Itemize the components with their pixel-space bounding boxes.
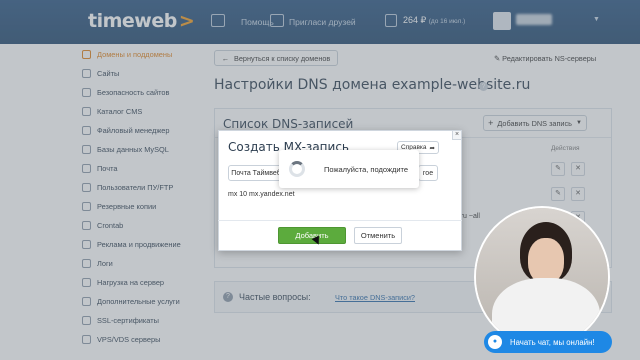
dialog-divider bbox=[218, 220, 462, 221]
chat-bubble-icon: ● bbox=[488, 335, 502, 349]
spinner-icon bbox=[289, 161, 305, 177]
loading-popup: Пожалуйста, подождите bbox=[279, 150, 419, 188]
webcam-video bbox=[474, 206, 610, 348]
loading-text: Пожалуйста, подождите bbox=[324, 164, 409, 174]
cancel-button[interactable]: Отменить bbox=[354, 227, 402, 244]
mx-record-text: mx 10 mx.yandex.net bbox=[228, 191, 295, 198]
chat-button[interactable]: ● Начать чат, мы онлайн! bbox=[484, 331, 612, 353]
arrow-right-icon: ➦ bbox=[429, 144, 435, 152]
close-icon[interactable]: × bbox=[452, 130, 462, 140]
preset-button[interactable]: гое bbox=[418, 165, 438, 181]
mail-provider-select[interactable]: Почта Таймвеб bbox=[228, 165, 284, 181]
